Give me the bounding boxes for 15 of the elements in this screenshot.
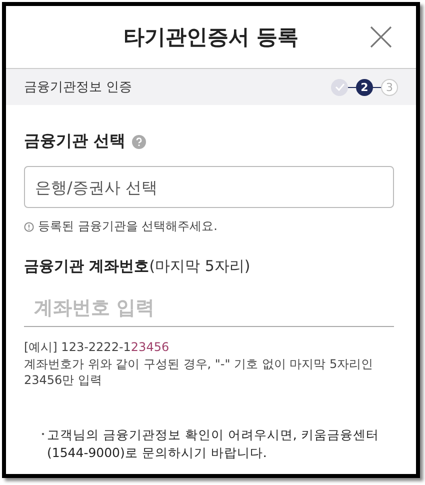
institution-select-field[interactable]: 은행/증권사 선택 xyxy=(24,166,394,208)
close-icon[interactable] xyxy=(370,26,392,48)
hint-text: 등록된 금융기관을 선택해주세요. xyxy=(38,218,218,235)
section-title: 금융기관 선택 xyxy=(24,131,126,152)
step-number: 3 xyxy=(381,78,398,96)
section-title: 금융기관 계좌번호(마지막 5자리) xyxy=(24,257,252,276)
step-check-icon xyxy=(331,78,348,96)
info-icon xyxy=(24,222,34,232)
example-text: [예시] 123-2222-123456 xyxy=(24,339,170,356)
step-label: 금융기관정보 인증 xyxy=(24,79,132,96)
notice-text: 고객님의 금융기관정보 확인이 어려우시면, 키움금융센터 (1544-9000)로 문의하시기 바랍니다. xyxy=(47,426,380,462)
dialog-title: 타기관인증서 등록 xyxy=(123,24,299,51)
description-text: 계좌번호가 위와 같이 구성된 경우, "-" 기호 없이 마지막 5자리인 23456만 입력 xyxy=(24,356,374,388)
step-number: 2 xyxy=(356,78,373,96)
help-icon[interactable] xyxy=(132,134,146,148)
